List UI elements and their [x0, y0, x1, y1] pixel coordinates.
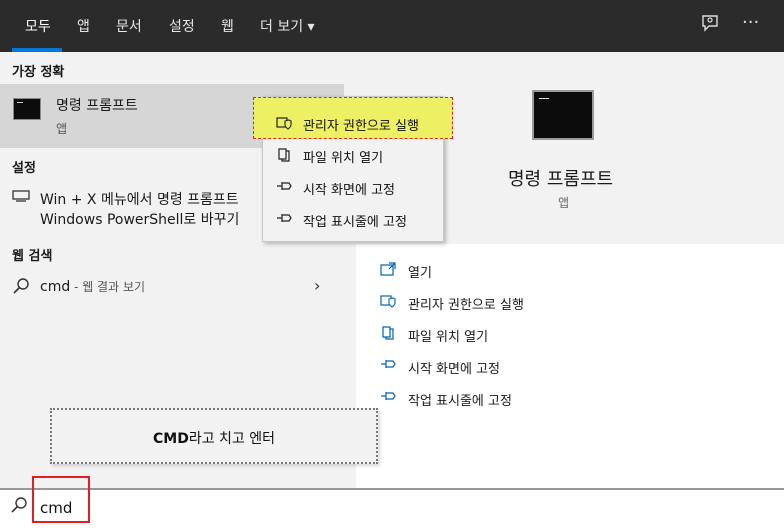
chevron-down-icon: ▾	[307, 19, 315, 35]
chevron-right-icon[interactable]: ›	[314, 276, 320, 295]
search-icon	[10, 496, 28, 519]
tab-apps[interactable]: 앱	[77, 16, 90, 36]
action-open-file-location[interactable]: 파일 위치 열기	[408, 326, 488, 345]
pin-icon	[380, 390, 398, 406]
search-icon	[12, 277, 30, 299]
best-match-name: 명령 프롬프트	[56, 98, 138, 114]
command-prompt-large-icon	[532, 90, 594, 140]
file-icon	[276, 147, 292, 167]
action-open[interactable]: 열기	[408, 262, 432, 281]
context-item-open-file-location[interactable]: 파일 위치 열기	[303, 147, 383, 166]
tab-settings[interactable]: 설정	[169, 16, 195, 36]
action-pin-start[interactable]: 시작 화면에 고정	[408, 358, 500, 377]
best-match-type: 앱	[56, 122, 68, 136]
web-search-heading: 웹 검색	[12, 249, 53, 264]
pin-icon	[276, 180, 294, 196]
instruction-bold: CMD	[152, 431, 189, 447]
more-options-icon[interactable]: ···	[742, 12, 759, 33]
file-icon	[380, 325, 398, 341]
settings-item-line2[interactable]: Windows PowerShell로 바꾸기	[40, 209, 239, 229]
pin-icon	[380, 358, 398, 374]
search-bar[interactable]	[0, 488, 784, 528]
instruction-text: CMD라고 치고 엔터	[52, 428, 376, 448]
instruction-callout: CMD라고 치고 엔터	[50, 408, 378, 464]
tab-more[interactable]: 더 보기 ▾	[260, 16, 315, 36]
instruction-rest: 라고 치고 엔터	[188, 431, 275, 447]
settings-item-line1[interactable]: Win + X 메뉴에서 명령 프롬프트	[40, 189, 239, 209]
tab-web[interactable]: 웹	[221, 16, 234, 36]
action-pin-taskbar[interactable]: 작업 표시줄에 고정	[408, 390, 512, 409]
web-search-item[interactable]: cmd - 웹 결과 보기	[40, 278, 145, 295]
action-run-as-admin[interactable]: 관리자 권한으로 실행	[408, 294, 524, 313]
shield-icon	[380, 294, 398, 310]
tab-documents[interactable]: 문서	[116, 16, 142, 36]
preview-app-type: 앱	[558, 196, 570, 210]
pin-icon	[276, 212, 294, 228]
feedback-icon[interactable]	[700, 14, 720, 39]
search-input-highlight	[32, 476, 90, 523]
shield-icon	[276, 116, 292, 134]
settings-heading: 설정	[12, 161, 36, 176]
tab-more-label: 더 보기	[260, 19, 304, 35]
monitor-icon	[12, 190, 30, 206]
tab-all[interactable]: 모두	[25, 16, 51, 36]
context-item-pin-taskbar[interactable]: 작업 표시줄에 고정	[303, 211, 407, 230]
web-search-query: cmd	[40, 279, 71, 295]
context-item-run-as-admin[interactable]: 관리자 권한으로 실행	[303, 115, 419, 134]
context-item-pin-start[interactable]: 시작 화면에 고정	[303, 179, 395, 198]
command-prompt-icon	[13, 98, 41, 120]
best-match-heading: 가장 정확	[12, 65, 65, 80]
preview-app-name: 명령 프롬프트	[508, 169, 614, 190]
web-search-suffix: - 웹 결과 보기	[70, 280, 146, 294]
open-icon	[380, 262, 398, 278]
